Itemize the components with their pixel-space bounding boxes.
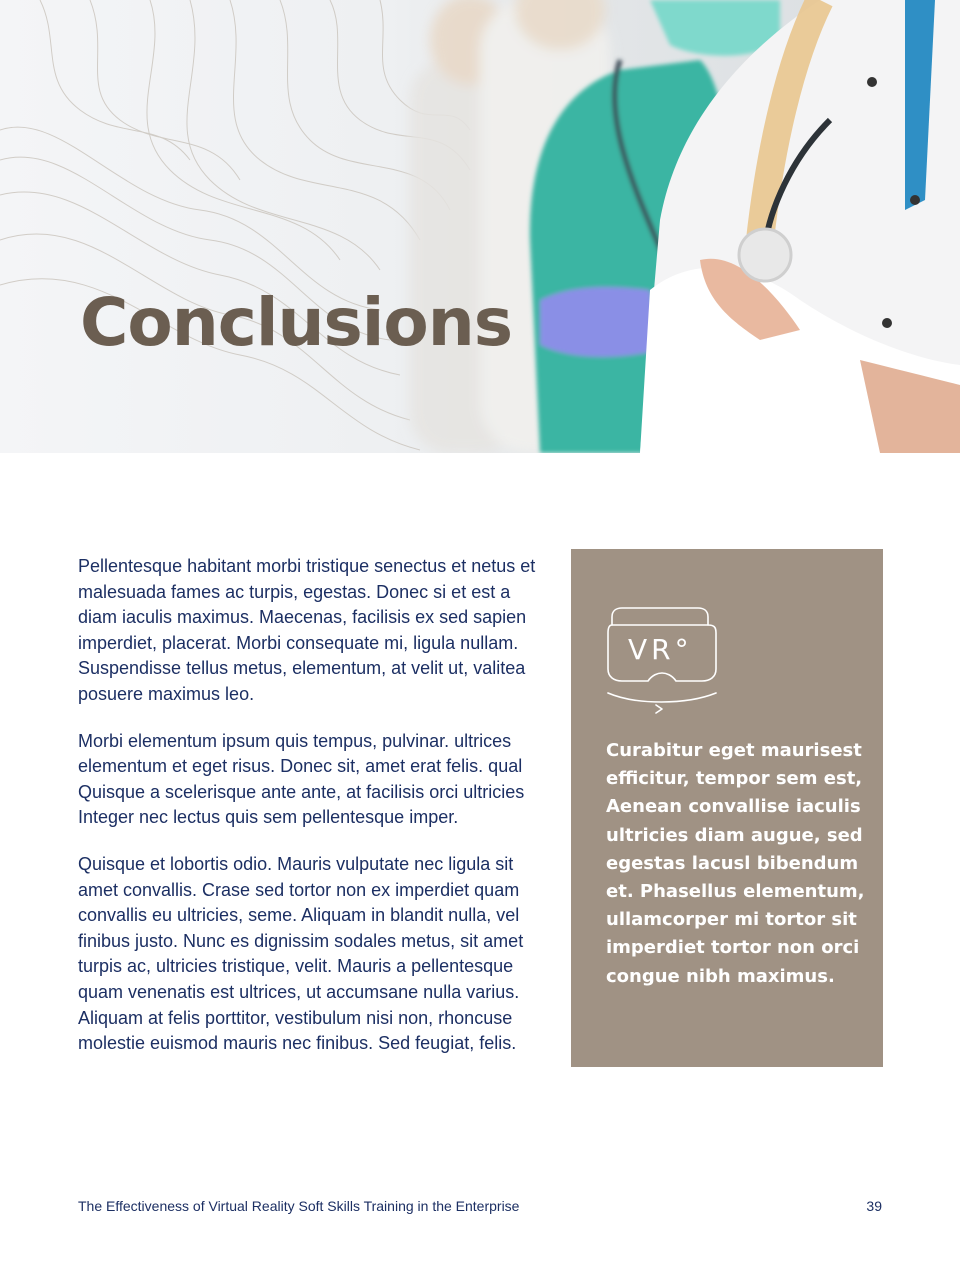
hero-banner: Conclusions [0, 0, 960, 453]
footer-document-title: The Effectiveness of Virtual Reality Sof… [78, 1198, 520, 1214]
vr-icon-label: VR° [628, 633, 693, 666]
page-title: Conclusions [80, 284, 513, 361]
page-footer: The Effectiveness of Virtual Reality Sof… [78, 1198, 882, 1214]
vr-headset-icon: VR° [607, 607, 717, 714]
body-paragraph-2: Morbi elementum ipsum quis tempus, pulvi… [78, 730, 525, 828]
body-paragraph-3: Quisque et lobortis odio. Mauris vulputa… [78, 853, 524, 1054]
callout-box: VR° Curabitur eget maurisest efficitur, … [571, 549, 883, 1067]
body-paragraph-1: Pellentesque habitant morbi tristique se… [78, 556, 536, 704]
page-number: 39 [866, 1198, 882, 1214]
callout-text: Curabitur eget maurisest efficitur, temp… [606, 740, 865, 987]
hero-photo-medical-staff [0, 0, 960, 453]
body-text-column: Pellentesque habitant morbi tristique se… [78, 554, 553, 1078]
